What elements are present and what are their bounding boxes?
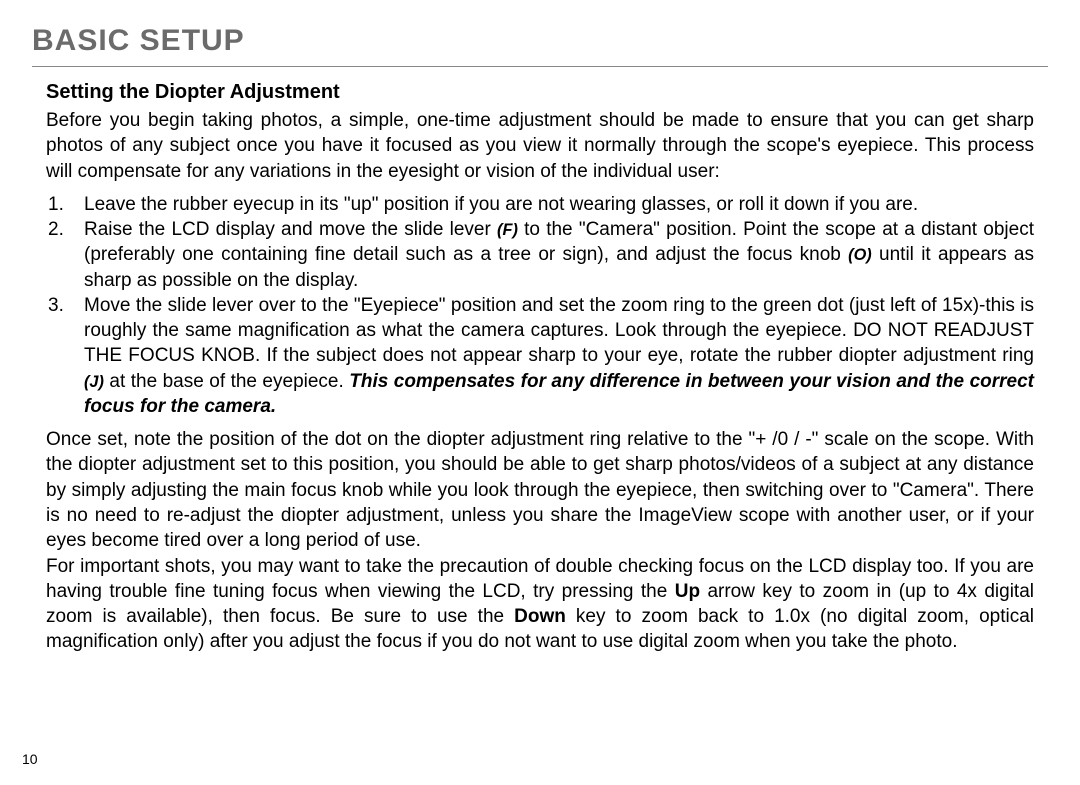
page-number: 10 bbox=[22, 751, 38, 767]
list-text-segment: Raise the LCD display and move the slide… bbox=[84, 219, 497, 240]
intro-paragraph: Before you begin taking photos, a simple… bbox=[46, 108, 1034, 184]
key-name: Down bbox=[514, 606, 566, 627]
list-item: 2. Raise the LCD display and move the sl… bbox=[46, 217, 1034, 293]
list-number: 2. bbox=[48, 217, 64, 242]
list-text-segment: at the base of the eyepiece. bbox=[104, 371, 349, 392]
body-paragraph: For important shots, you may want to tak… bbox=[46, 554, 1034, 655]
section-rule bbox=[32, 66, 1048, 67]
reference-label: (O) bbox=[848, 246, 872, 264]
content-area: Setting the Diopter Adjustment Before yo… bbox=[32, 81, 1048, 655]
section-title: Setting the Diopter Adjustment bbox=[46, 81, 1034, 104]
reference-label: (J) bbox=[84, 373, 104, 391]
list-number: 3. bbox=[48, 293, 64, 318]
key-name: Up bbox=[675, 581, 700, 602]
body-paragraph: Once set, note the position of the dot o… bbox=[46, 427, 1034, 553]
list-item: 1. Leave the rubber eyecup in its "up" p… bbox=[46, 192, 1034, 217]
list-text-segment: Move the slide lever over to the "Eyepie… bbox=[84, 295, 1034, 367]
list-text: Leave the rubber eyecup in its "up" posi… bbox=[84, 194, 918, 215]
manual-page: BASIC SETUP Setting the Diopter Adjustme… bbox=[0, 0, 1080, 785]
reference-label: (F) bbox=[497, 221, 518, 239]
list-number: 1. bbox=[48, 192, 64, 217]
steps-list: 1. Leave the rubber eyecup in its "up" p… bbox=[46, 192, 1034, 419]
chapter-title: BASIC SETUP bbox=[32, 24, 1048, 58]
list-item: 3. Move the slide lever over to the "Eye… bbox=[46, 293, 1034, 419]
